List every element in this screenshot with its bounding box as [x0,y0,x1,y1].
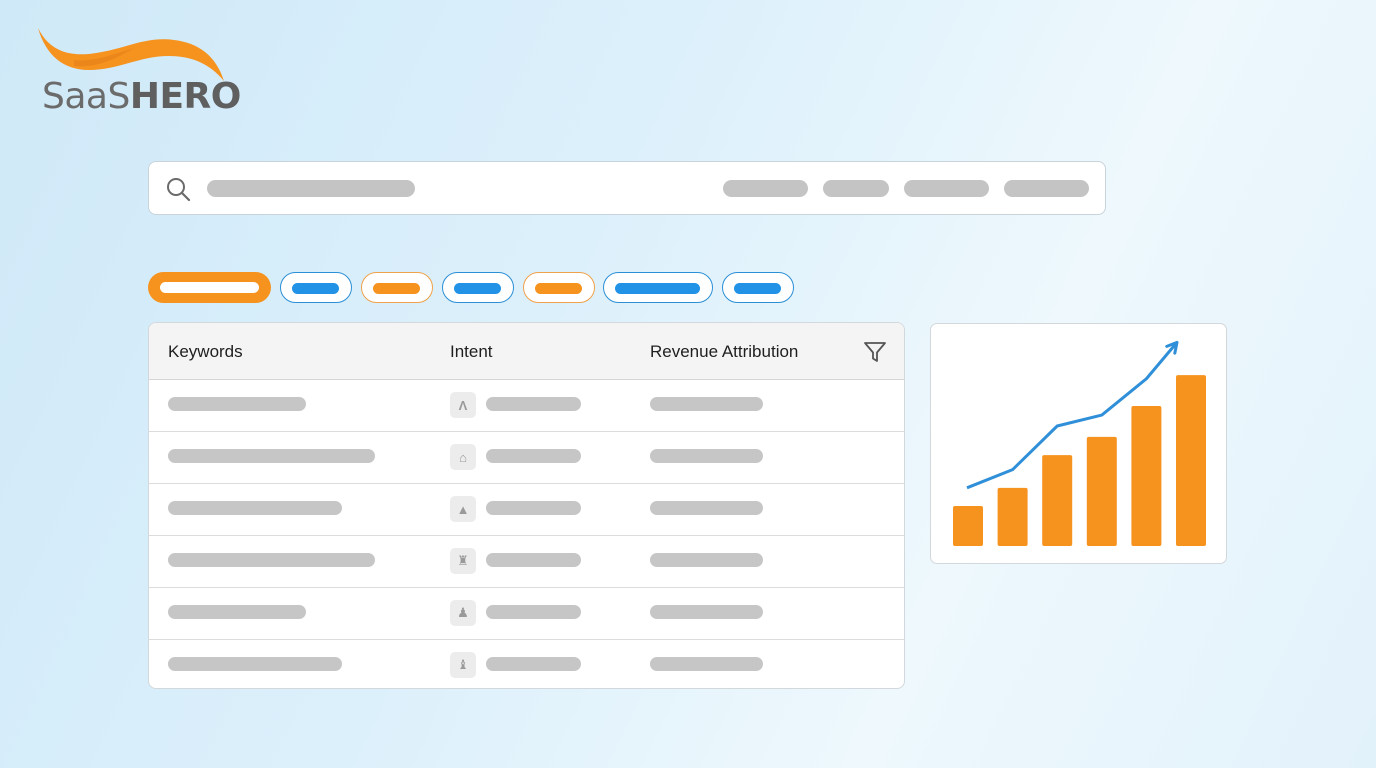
intent-cell [486,553,581,567]
brand-name-part1: SaaS [42,76,130,117]
intent-icon: Λ [450,392,476,418]
chip-3[interactable] [361,272,433,303]
intent-icon: ♝ [450,652,476,678]
revenue-cell [650,605,763,619]
chart-bar-5 [1131,406,1162,546]
revenue-chart-card [930,323,1227,564]
table-row[interactable]: Λ [149,379,904,432]
table-row[interactable]: ⌂ [149,431,904,484]
table-row[interactable]: ♝ [149,639,904,688]
revenue-cell [650,657,763,671]
column-header-keywords[interactable]: Keywords [168,342,243,362]
chip-2[interactable] [280,272,352,303]
brand-name: SaaSHERO [42,76,241,117]
search-icon[interactable] [165,176,191,202]
intent-icon: ♜ [450,548,476,574]
brand-logo: SaaSHERO [34,26,244,117]
revenue-cell [650,553,763,567]
keyword-cell [168,449,375,463]
intent-cell [486,501,581,515]
table-header: Keywords Intent Revenue Attribution [149,323,904,380]
chart-bar-4 [1086,436,1117,546]
chart-bar-2 [997,487,1028,546]
column-header-intent[interactable]: Intent [450,342,493,362]
revenue-cell [650,449,763,463]
search-option-3[interactable] [904,180,989,197]
chip-7[interactable] [722,272,794,303]
intent-cell [486,449,581,463]
chart-bar-6 [1176,375,1206,546]
keyword-cell [168,605,306,619]
revenue-cell [650,397,763,411]
chart-bar-1 [953,506,983,546]
search-option-2[interactable] [823,180,889,197]
table-row[interactable]: ♟ [149,587,904,640]
search-option-1[interactable] [723,180,808,197]
chip-5[interactable] [523,272,595,303]
search-input-placeholder[interactable] [207,180,415,197]
chip-4[interactable] [442,272,514,303]
table-row[interactable]: ▲ [149,483,904,536]
search-option-4[interactable] [1004,180,1089,197]
intent-icon: ♟ [450,600,476,626]
intent-cell [486,657,581,671]
intent-cell [486,397,581,411]
search-bar[interactable] [148,161,1106,215]
keyword-cell [168,553,375,567]
column-header-revenue-attribution[interactable]: Revenue Attribution [650,342,798,362]
keywords-table: Keywords Intent Revenue Attribution Λ ⌂ … [148,322,905,689]
chip-6[interactable] [603,272,713,303]
revenue-cell [650,501,763,515]
revenue-bar-chart [953,340,1206,546]
intent-cell [486,605,581,619]
intent-icon: ▲ [450,496,476,522]
table-row[interactable]: ♜ [149,535,904,588]
chip-1-active[interactable] [148,272,271,303]
filter-icon[interactable] [862,339,888,365]
keyword-cell [168,397,306,411]
chart-bar-3 [1042,455,1073,546]
brand-name-part2: HERO [129,76,242,117]
keyword-cell [168,657,342,671]
intent-icon: ⌂ [450,444,476,470]
keyword-cell [168,501,342,515]
